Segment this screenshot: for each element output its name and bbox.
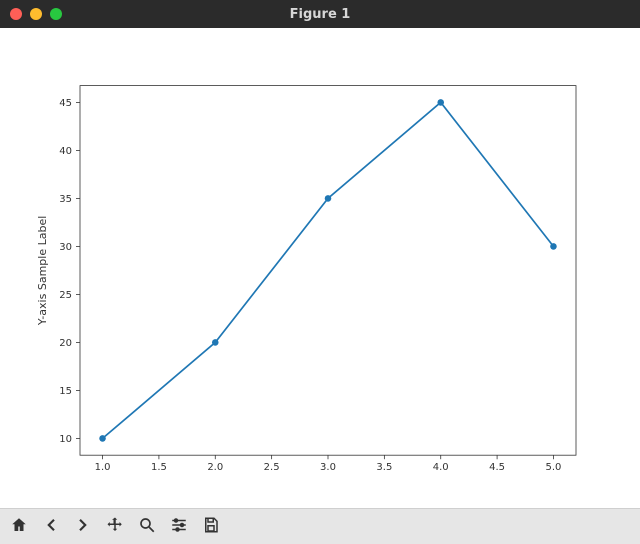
chart-svg: 1.0 1.5 2.0 2.5 3.0 3.5 4.0 4.5 5.0 10 15 20 25 30 35 4…: [0, 28, 640, 508]
x-tick-label: 4.0: [433, 462, 449, 473]
save-icon: [202, 516, 220, 537]
window-titlebar: Figure 1: [0, 0, 640, 28]
data-marker: [99, 435, 106, 442]
x-tick-label: 3.0: [320, 462, 336, 473]
y-tick-label: 45: [59, 98, 72, 109]
x-tick-label: 3.5: [376, 462, 392, 473]
y-tick-label: 25: [59, 290, 72, 301]
home-button[interactable]: [4, 512, 34, 542]
configure-subplots-button[interactable]: [164, 512, 194, 542]
save-button[interactable]: [196, 512, 226, 542]
y-tick-label: 30: [59, 242, 72, 253]
pan-button[interactable]: [100, 512, 130, 542]
x-tick-label: 1.5: [151, 462, 167, 473]
data-marker: [212, 339, 219, 346]
arrow-right-icon: [74, 516, 92, 537]
x-tick-label: 2.5: [264, 462, 280, 473]
zoom-button[interactable]: [132, 512, 162, 542]
search-icon: [138, 516, 156, 537]
y-tick-label: 15: [59, 386, 72, 397]
y-axis-label: Y-axis Sample Label: [36, 216, 49, 326]
x-tick-label: 2.0: [207, 462, 223, 473]
data-marker: [550, 243, 557, 250]
move-icon: [106, 516, 124, 537]
y-tick-label: 20: [59, 338, 72, 349]
data-marker: [437, 99, 444, 106]
y-tick-label: 35: [59, 194, 72, 205]
y-tick-label: 10: [59, 434, 72, 445]
axes-frame: [80, 86, 576, 456]
sliders-icon: [170, 516, 188, 537]
data-marker: [325, 195, 332, 202]
figure-canvas[interactable]: 1.0 1.5 2.0 2.5 3.0 3.5 4.0 4.5 5.0 10 15 20 25 30 35 4…: [0, 28, 640, 508]
back-button[interactable]: [36, 512, 66, 542]
x-tick-label: 4.5: [489, 462, 505, 473]
window-title: Figure 1: [0, 7, 640, 22]
x-tick-label: 5.0: [546, 462, 562, 473]
arrow-left-icon: [42, 516, 60, 537]
y-tick-label: 40: [59, 146, 72, 157]
maximize-window-button[interactable]: [50, 8, 62, 20]
traffic-lights: [10, 8, 62, 20]
home-icon: [10, 516, 28, 537]
minimize-window-button[interactable]: [30, 8, 42, 20]
forward-button[interactable]: [68, 512, 98, 542]
matplotlib-toolbar: [0, 508, 640, 544]
close-window-button[interactable]: [10, 8, 22, 20]
x-tick-label: 1.0: [95, 462, 111, 473]
